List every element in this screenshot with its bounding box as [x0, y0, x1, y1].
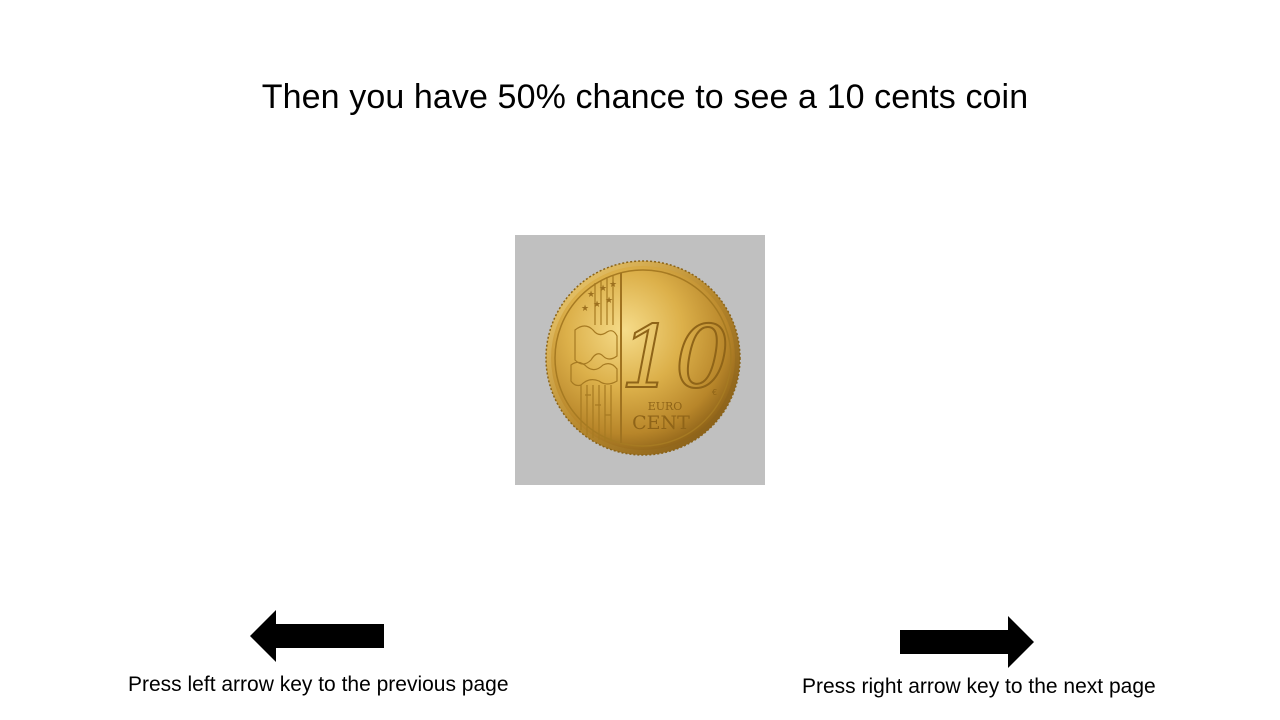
- slide-page: Then you have 50% chance to see a 10 cen…: [0, 0, 1280, 720]
- svg-text:CENT: CENT: [632, 412, 690, 434]
- coin-image: ★ ★ ★ ★ ★ ★ 10 EURO CENT €: [515, 235, 765, 485]
- left-arrow-icon[interactable]: [248, 608, 386, 669]
- svg-text:★: ★: [609, 280, 617, 290]
- svg-text:★: ★: [581, 304, 589, 314]
- page-title: Then you have 50% chance to see a 10 cen…: [261, 78, 1029, 116]
- svg-text:★: ★: [593, 300, 601, 310]
- svg-text:★: ★: [605, 296, 613, 306]
- svg-text:€: €: [712, 388, 717, 397]
- svg-text:★: ★: [599, 284, 607, 294]
- svg-text:★: ★: [587, 290, 595, 300]
- ten-cent-coin-icon: ★★ ★ ★ ★ ★ 10 EURO CENT €: [545, 260, 741, 456]
- next-page-hint: Press right arrow key to the next page: [802, 675, 1156, 698]
- right-arrow-icon[interactable]: [898, 614, 1036, 675]
- previous-page-hint: Press left arrow key to the previous pag…: [128, 673, 509, 696]
